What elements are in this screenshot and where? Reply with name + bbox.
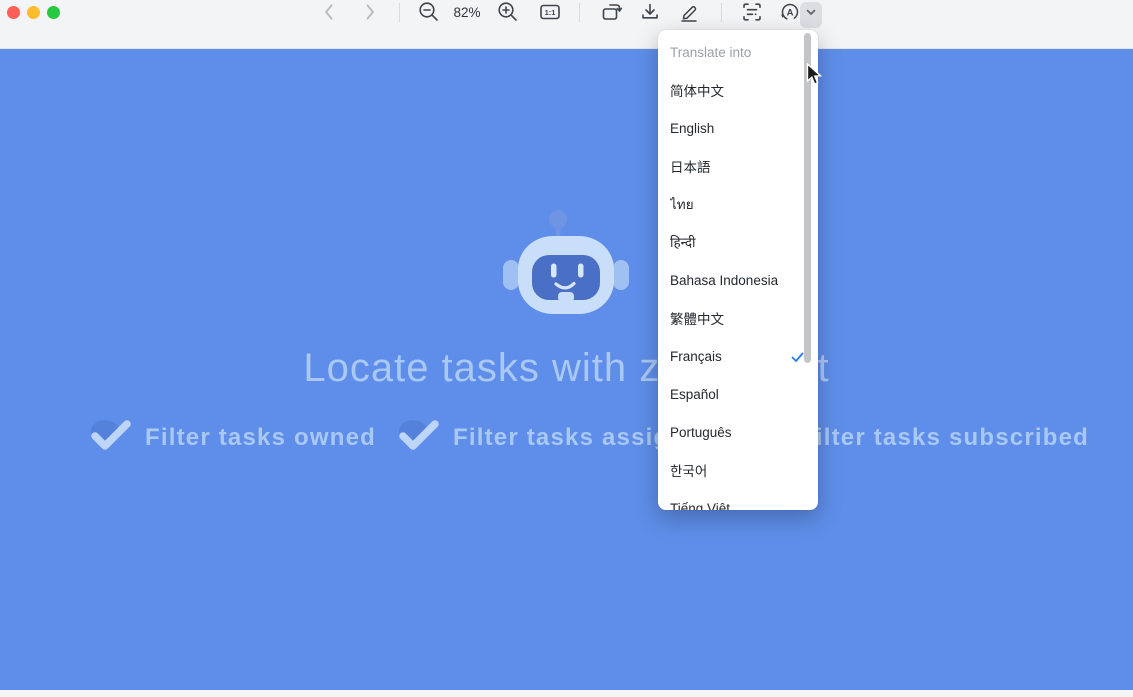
menu-item-vietnamese[interactable]: Tiếng Việt: [658, 489, 818, 510]
translate-menu-toggle[interactable]: [802, 0, 820, 24]
selected-check-icon: [791, 351, 804, 362]
translate-language-menu: Translate into 简体中文 English 日本語 ไทย हिन्…: [658, 30, 818, 510]
zoom-in-button[interactable]: [496, 0, 520, 24]
minimize-window-button[interactable]: [27, 6, 40, 19]
rotate-page-button[interactable]: [600, 0, 624, 24]
menu-item-korean[interactable]: 한국어: [658, 451, 818, 489]
menu-item-spanish[interactable]: Español: [658, 375, 818, 413]
robot-mascot-illustration: [501, 200, 631, 335]
toolbar-divider: [399, 3, 400, 22]
zoom-out-icon: [417, 0, 441, 24]
menu-item-hindi[interactable]: हिन्दी: [658, 223, 818, 261]
menu-item-french[interactable]: Français: [658, 337, 818, 375]
feature-item: Filter tasks owned: [88, 418, 376, 457]
zoom-out-button[interactable]: [417, 0, 441, 24]
mouse-cursor: [806, 63, 823, 92]
zoom-window-button[interactable]: [47, 6, 60, 19]
close-window-button[interactable]: [7, 6, 20, 19]
menu-item-english[interactable]: English: [658, 109, 818, 147]
svg-text:1:1: 1:1: [545, 8, 556, 17]
chevron-left-icon: [318, 1, 340, 23]
rotate-icon: [600, 0, 624, 24]
menu-item-thai[interactable]: ไทย: [658, 185, 818, 223]
ocr-button[interactable]: [740, 0, 764, 24]
check-icon: [88, 418, 134, 457]
toolbar-divider: [721, 3, 722, 22]
zoom-in-icon: [496, 0, 520, 24]
translate-button[interactable]: A: [778, 0, 802, 24]
toolbar-divider: [579, 3, 580, 22]
menu-header: Translate into: [658, 33, 818, 71]
auto-translate-icon: A: [778, 0, 802, 24]
chevron-right-icon: [359, 1, 381, 23]
chevron-down-icon: [804, 5, 818, 19]
forward-button[interactable]: [358, 0, 382, 24]
back-button[interactable]: [317, 0, 341, 24]
feature-label: Filter tasks owned: [145, 424, 376, 452]
one-to-one-icon: 1:1: [538, 0, 562, 24]
menu-item-zh-hans[interactable]: 简体中文: [658, 71, 818, 109]
actual-size-button[interactable]: 1:1: [538, 0, 562, 24]
download-icon: [638, 0, 662, 24]
download-button[interactable]: [638, 0, 662, 24]
svg-text:A: A: [787, 7, 794, 18]
zoom-level[interactable]: 82%: [447, 0, 487, 25]
menu-item-japanese[interactable]: 日本語: [658, 147, 818, 185]
menu-item-portuguese[interactable]: Português: [658, 413, 818, 451]
scan-text-icon: [740, 0, 764, 24]
check-icon: [396, 418, 442, 457]
pencil-icon: [677, 0, 701, 24]
page-bottom-gutter: [0, 690, 1133, 697]
app-window: 82% 1:1: [0, 0, 1133, 697]
annotate-button[interactable]: [677, 0, 701, 24]
document-page: Locate tasks with zero effort Filter tas…: [0, 49, 1133, 690]
menu-item-indonesian[interactable]: Bahasa Indonesia: [658, 261, 818, 299]
promo-headline: Locate tasks with zero effort: [0, 346, 1133, 391]
feature-label: Filter tasks subscribed: [800, 424, 1089, 452]
title-toolbar: 82% 1:1: [0, 0, 1133, 49]
menu-item-zh-hant[interactable]: 繁體中文: [658, 299, 818, 337]
